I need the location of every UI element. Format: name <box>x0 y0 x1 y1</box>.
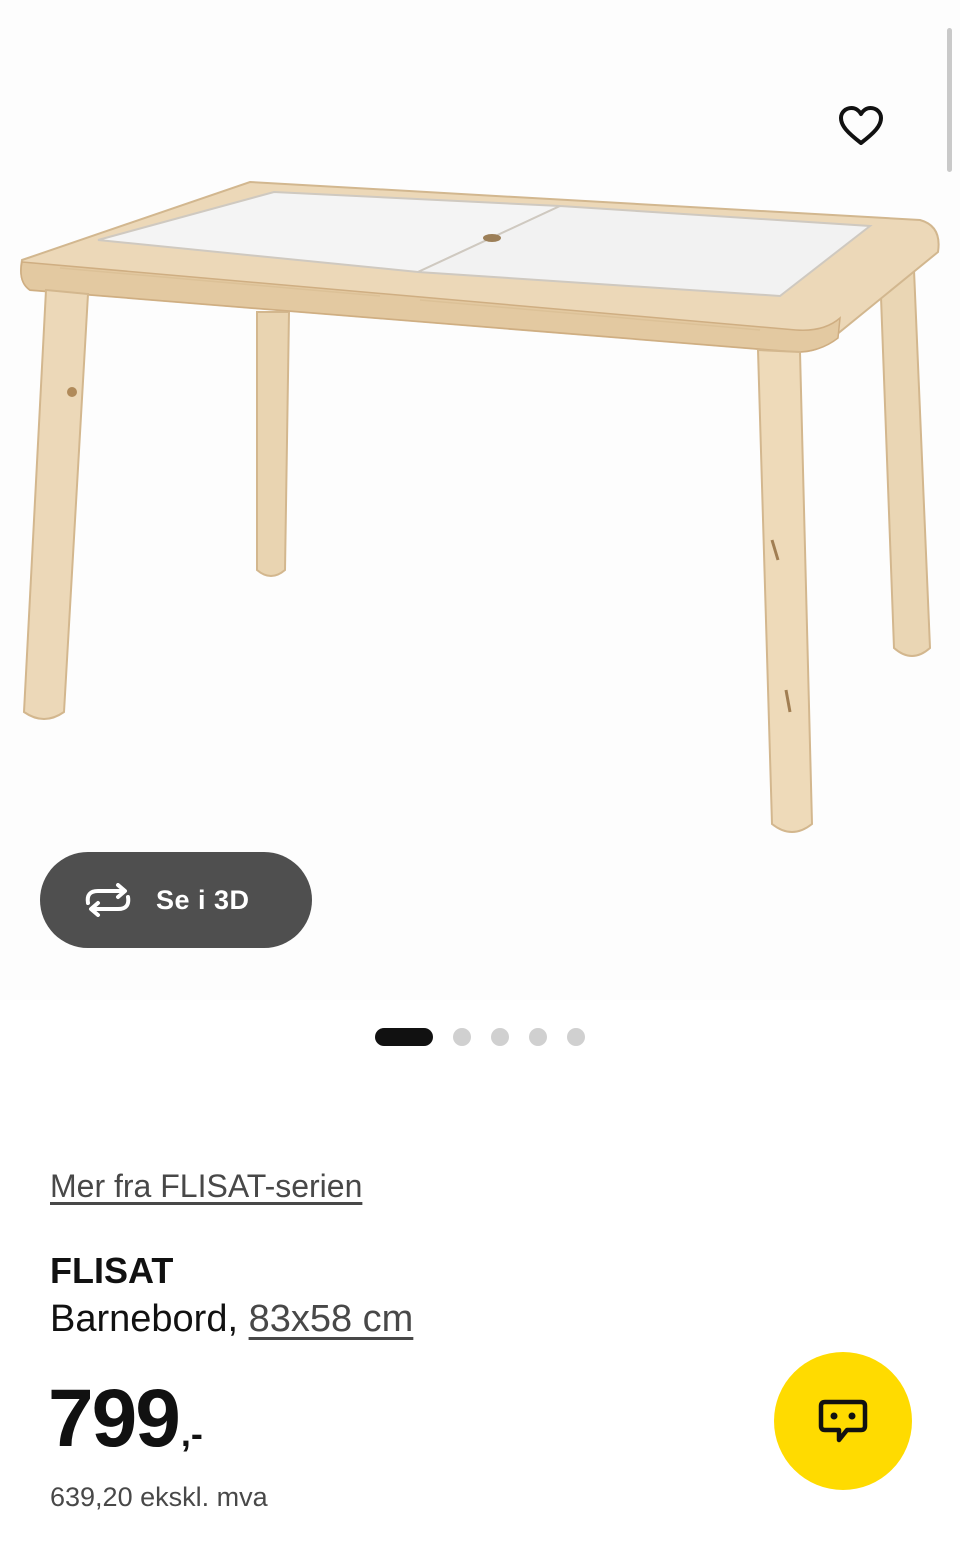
product-image <box>20 180 940 833</box>
carousel-dot-1[interactable] <box>375 1028 433 1046</box>
product-gallery[interactable]: Se i 3D <box>0 0 960 1000</box>
front-leg-right <box>756 348 814 833</box>
rotate-icon <box>85 883 131 917</box>
carousel-dot-3[interactable] <box>491 1028 509 1046</box>
back-leg-left <box>256 311 291 577</box>
scrollbar-thumb[interactable] <box>947 28 952 172</box>
chat-icon <box>818 1399 868 1443</box>
favorite-button[interactable] <box>828 96 894 156</box>
product-type: Barnebord, <box>50 1298 239 1340</box>
product-price: 799 ,- <box>48 1378 203 1460</box>
insert-grip-hole <box>483 234 501 242</box>
product-name: FLISAT <box>50 1250 174 1291</box>
carousel-dot-2[interactable] <box>453 1028 471 1046</box>
carousel-indicator <box>0 1028 960 1046</box>
carousel-dot-4[interactable] <box>529 1028 547 1046</box>
product-size-link[interactable]: 83x58 cm <box>249 1298 414 1340</box>
chat-button[interactable] <box>774 1352 912 1490</box>
carousel-dot-5[interactable] <box>567 1028 585 1046</box>
view-in-3d-label: Se i 3D <box>156 884 250 915</box>
product-page: Se i 3D Mer fra FLISAT-serien FLISAT Bar… <box>0 0 960 1564</box>
product-description: Barnebord, 83x58 cm <box>50 1298 413 1341</box>
back-leg-right <box>878 269 932 657</box>
view-in-3d-button[interactable]: Se i 3D <box>40 852 312 948</box>
front-leg-left <box>22 288 90 720</box>
series-link[interactable]: Mer fra FLISAT-serien <box>50 1168 362 1205</box>
price-amount: 799 <box>48 1373 181 1464</box>
heart-icon <box>839 106 883 145</box>
price-suffix: ,- <box>180 1413 203 1454</box>
price-excluding-vat: 639,20 ekskl. mva <box>50 1482 268 1512</box>
